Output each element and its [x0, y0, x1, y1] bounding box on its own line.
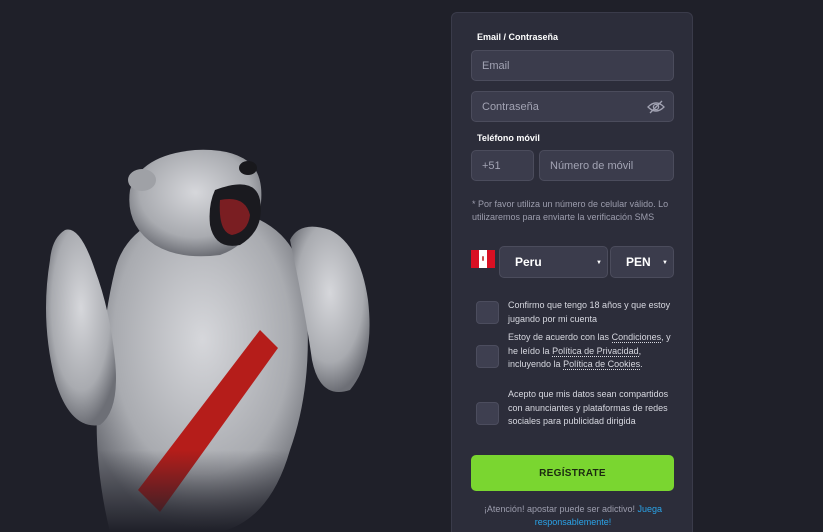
currency-value: PEN	[626, 255, 651, 269]
age-consent-text: Confirmo que tengo 18 años y que estoy j…	[508, 300, 671, 324]
register-button[interactable]: REGÍSTRATE	[471, 455, 674, 491]
currency-select[interactable]: PEN ▼	[610, 246, 674, 278]
caret-down-icon: ▼	[662, 260, 668, 266]
warning-text: ¡Atención! apostar puede ser adictivo!	[483, 504, 636, 514]
registration-page: Email / Contraseña Teléfono móvil +51 * …	[0, 0, 823, 532]
terms-consent-checkbox[interactable]	[476, 345, 499, 368]
password-input[interactable]	[482, 100, 673, 113]
share-consent-checkbox[interactable]	[476, 402, 499, 425]
phone-number-field[interactable]	[539, 150, 674, 181]
phone-hint: * Por favor utiliza un número de celular…	[472, 199, 669, 222]
password-field[interactable]	[471, 91, 674, 122]
country-select[interactable]: Peru ▼	[499, 246, 608, 278]
phone-section-label: Teléfono móvil	[477, 133, 540, 143]
caret-down-icon: ▼	[596, 260, 602, 266]
peru-flag-icon	[471, 250, 495, 268]
phone-code: +51	[482, 159, 501, 172]
terms-text-prefix: Estoy de acuerdo con las	[508, 332, 610, 342]
country-value: Peru	[515, 255, 542, 269]
email-field[interactable]	[471, 50, 674, 81]
cookies-link[interactable]: Política de Cookies	[563, 359, 641, 370]
eye-slash-icon[interactable]	[647, 100, 665, 114]
terms-text-end: .	[640, 359, 643, 369]
registration-form: Email / Contraseña Teléfono móvil +51 * …	[451, 12, 693, 532]
share-consent-text: Acepto que mis datos sean compartidos co…	[508, 389, 669, 426]
login-section-label: Email / Contraseña	[477, 32, 559, 42]
privacy-link[interactable]: Política de Privacidad	[552, 345, 639, 357]
age-consent-checkbox[interactable]	[476, 301, 499, 324]
phone-number-input[interactable]	[550, 159, 673, 172]
terms-consent-text: Estoy de acuerdo con las Condiciones, y …	[508, 331, 672, 372]
polar-bear-mascot	[20, 149, 400, 532]
gambling-warning: ¡Atención! apostar puede ser adictivo! J…	[466, 503, 680, 528]
email-input[interactable]	[482, 59, 673, 72]
terms-link[interactable]: Condiciones	[611, 332, 662, 343]
phone-code-field[interactable]: +51	[471, 150, 534, 181]
